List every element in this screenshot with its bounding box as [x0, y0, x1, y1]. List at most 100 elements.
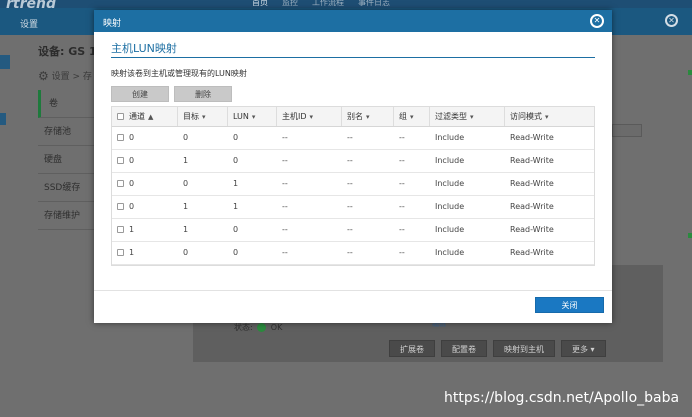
cell-channel: 0 — [112, 150, 178, 172]
row-checkbox[interactable] — [117, 203, 124, 210]
row-checkbox[interactable] — [117, 134, 124, 141]
close-icon[interactable]: ✕ — [590, 14, 604, 28]
cell-value: 0 — [129, 133, 135, 142]
table-row[interactable]: 0 0 1 -- -- -- Include Read-Write — [112, 173, 594, 196]
cell-value: 1 — [129, 225, 135, 234]
cell-access-mode: Read-Write — [510, 179, 554, 188]
top-tab-event-log[interactable]: 事件日志 — [358, 0, 390, 8]
column-header-label: 过滤类型 — [435, 112, 467, 121]
row-checkbox[interactable] — [117, 157, 124, 164]
sidebar-item-volume[interactable]: 卷 — [38, 90, 95, 118]
cell-filter-type: Include — [435, 179, 465, 188]
sidebar-item-storage-pool[interactable]: 存储池 — [38, 118, 95, 146]
settings-close-icon[interactable]: ✕ — [665, 14, 678, 27]
top-nav: 首页 监控 工作流程 事件日志 — [252, 0, 390, 8]
column-header-label: LUN — [233, 112, 249, 121]
settings-title: 设置 — [20, 20, 39, 30]
close-button[interactable]: 关闭 — [535, 297, 604, 313]
column-header-filter-type[interactable]: 过滤类型 ▾ — [430, 107, 505, 126]
table-row[interactable]: 0 1 1 -- -- -- Include Read-Write — [112, 196, 594, 219]
cell-group: -- — [399, 202, 405, 211]
cell-target: 1 — [183, 225, 189, 234]
cell-group: -- — [399, 133, 405, 142]
cell-alias: -- — [347, 202, 353, 211]
cell-filter-type: Include — [435, 202, 465, 211]
top-tab-home[interactable]: 首页 — [252, 0, 268, 8]
dialog-header: 映射 ✕ — [94, 10, 612, 32]
sidebar-item-storage-maintenance[interactable]: 存储维护 — [38, 202, 95, 230]
cell-alias: -- — [347, 179, 353, 188]
top-tab-monitor[interactable]: 监控 — [282, 0, 298, 8]
chevron-down-icon: ▾ — [545, 113, 549, 121]
cell-channel: 0 — [112, 127, 178, 149]
cell-lun: 0 — [233, 133, 239, 142]
cell-value: 1 — [129, 248, 135, 257]
column-header-group[interactable]: 组 ▾ — [394, 107, 430, 126]
cell-group: -- — [399, 156, 405, 165]
column-header-channel[interactable]: 通道 ▲ — [112, 107, 178, 126]
cell-value: 0 — [129, 156, 135, 165]
cell-access-mode: Read-Write — [510, 133, 554, 142]
column-header-label: 别名 — [347, 112, 363, 121]
table-row[interactable]: 0 1 0 -- -- -- Include Read-Write — [112, 150, 594, 173]
create-button[interactable]: 创建 — [111, 86, 169, 102]
column-header-label: 通道 — [129, 112, 145, 121]
table-row[interactable]: 1 0 0 -- -- -- Include Read-Write — [112, 242, 594, 265]
ok-check-icon — [257, 323, 267, 332]
volume-status: 状态: OK — [234, 322, 282, 333]
cell-lun: 0 — [233, 156, 239, 165]
sidebar-item-ssd-cache[interactable]: SSD缓存 — [38, 174, 95, 202]
search-input[interactable] — [612, 124, 642, 137]
cell-target: 1 — [183, 156, 189, 165]
cell-filter-type: Include — [435, 225, 465, 234]
more-button[interactable]: 更多 ▾ — [561, 340, 606, 357]
cell-filter-type: Include — [435, 156, 465, 165]
sidebar-item-disk[interactable]: 硬盘 — [38, 146, 95, 174]
column-header-alias[interactable]: 别名 ▾ — [342, 107, 394, 126]
column-header-label: 主机ID — [282, 112, 307, 121]
cell-group: -- — [399, 248, 405, 257]
dialog-title: 映射 — [103, 19, 122, 29]
column-header-label: 目标 — [183, 112, 199, 121]
table-row[interactable]: 0 0 0 -- -- -- Include Read-Write — [112, 127, 594, 150]
cell-lun: 1 — [233, 179, 239, 188]
lun-mapping-table: 通道 ▲ 目标 ▾ LUN ▾ 主机ID ▾ 别名 ▾ 组 ▾ 过滤类型 ▾ 访问模式 ▾ 0 … — [111, 106, 595, 266]
cell-alias: -- — [347, 156, 353, 165]
column-header-access-mode[interactable]: 访问模式 ▾ — [505, 107, 594, 126]
column-header-lun[interactable]: LUN ▾ — [228, 107, 277, 126]
dialog-description: 映射该卷到主机或管理现有的LUN映射 — [111, 69, 247, 78]
table-header: 通道 ▲ 目标 ▾ LUN ▾ 主机ID ▾ 别名 ▾ 组 ▾ 过滤类型 ▾ 访问模式 ▾ — [112, 107, 594, 127]
more-button-label: 更多 — [572, 345, 588, 354]
select-all-checkbox[interactable] — [117, 113, 124, 120]
row-checkbox[interactable] — [117, 180, 124, 187]
cell-target: 1 — [183, 202, 189, 211]
configure-volume-button[interactable]: 配置卷 — [441, 340, 487, 357]
row-checkbox[interactable] — [117, 249, 124, 256]
chevron-down-icon: ▾ — [202, 113, 206, 121]
cell-lun: 1 — [233, 202, 239, 211]
row-checkbox[interactable] — [117, 226, 124, 233]
cell-channel: 1 — [112, 242, 178, 264]
cell-alias: -- — [347, 133, 353, 142]
column-header-host-id[interactable]: 主机ID ▾ — [277, 107, 342, 126]
table-row[interactable]: 1 1 0 -- -- -- Include Read-Write — [112, 219, 594, 242]
delete-button[interactable]: 删除 — [174, 86, 232, 102]
cell-access-mode: Read-Write — [510, 156, 554, 165]
column-header-label: 组 — [399, 112, 407, 121]
volume-actions: 扩展卷 配置卷 映射到主机 更多 ▾ — [389, 340, 606, 357]
right-edge-marker — [688, 70, 692, 75]
cell-host-id: -- — [282, 248, 288, 257]
column-header-target[interactable]: 目标 ▾ — [178, 107, 228, 126]
top-tab-workflow[interactable]: 工作流程 — [312, 0, 344, 8]
cell-group: -- — [399, 225, 405, 234]
breadcrumb-text: 设置 > 存 — [51, 72, 92, 82]
footer-divider — [94, 290, 612, 291]
expand-volume-button[interactable]: 扩展卷 — [389, 340, 435, 357]
cell-filter-type: Include — [435, 133, 465, 142]
cell-lun: 0 — [233, 248, 239, 257]
cell-lun: 0 — [233, 225, 239, 234]
status-value: OK — [270, 323, 283, 332]
cell-host-id: -- — [282, 225, 288, 234]
cell-filter-type: Include — [435, 248, 465, 257]
map-to-host-button[interactable]: 映射到主机 — [493, 340, 555, 357]
